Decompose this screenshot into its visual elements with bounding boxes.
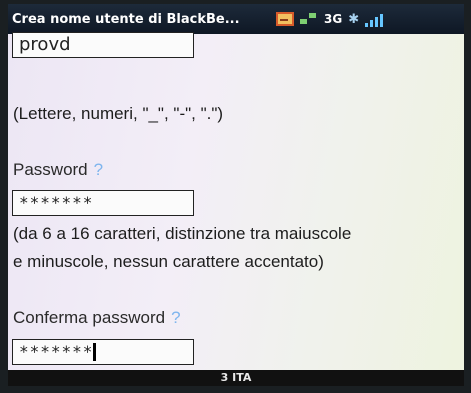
confirm-label: Conferma password	[13, 308, 166, 327]
signal-strength-icon	[365, 12, 384, 27]
window-title: Crea nome utente di BlackBe...	[12, 11, 240, 27]
network-type-label: 3G	[324, 12, 343, 26]
password-label: Password	[13, 160, 88, 179]
phone-screen: Crea nome utente di BlackBe... 3G ✱ prov…	[8, 4, 464, 386]
confirm-password-field[interactable]: *******	[12, 339, 194, 365]
confirm-help-icon[interactable]: ?	[171, 308, 180, 327]
carrier-status-bar: 3 ITA	[8, 370, 464, 386]
password-hint-line1: (da 6 a 16 caratteri, distinzione tra ma…	[13, 224, 352, 243]
password-label-row: Password?	[13, 160, 103, 180]
password-help-icon[interactable]: ?	[94, 160, 103, 179]
password-field[interactable]: *******	[12, 190, 194, 216]
password-hint-line2: e minuscole, nessun carattere accentato)	[13, 252, 324, 271]
title-bar: Crea nome utente di BlackBe... 3G ✱	[8, 4, 464, 34]
network-activity-icon	[300, 13, 318, 25]
password-value: *******	[19, 193, 94, 212]
username-hint: (Lettere, numeri, "_", "-", ".")	[13, 104, 224, 123]
text-cursor	[93, 343, 97, 361]
confirm-value: *******	[19, 342, 94, 361]
confirm-label-row: Conferma password?	[13, 308, 181, 328]
mail-icon	[276, 12, 294, 26]
username-field[interactable]: provd	[12, 32, 194, 58]
status-icons: 3G ✱	[276, 11, 384, 27]
bluetooth-icon: ✱	[348, 11, 360, 27]
